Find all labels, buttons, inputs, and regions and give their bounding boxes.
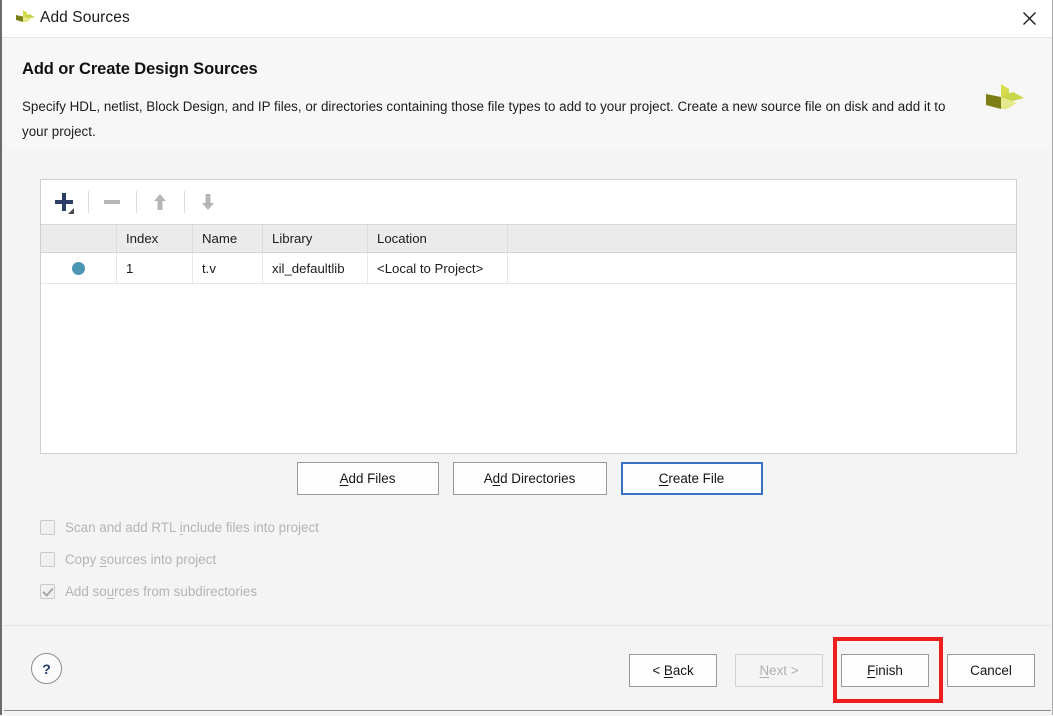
column-header-library[interactable]: Library	[263, 225, 368, 252]
dialog-body: Index Name Library Location 1 t.v xil_de…	[4, 150, 1051, 625]
option-scan-rtl-include[interactable]: Scan and add RTL include files into proj…	[40, 512, 319, 543]
option-label: Scan and add RTL include files into proj…	[65, 520, 319, 535]
checkbox-scan-rtl-include[interactable]	[40, 520, 55, 535]
arrow-down-icon	[202, 194, 214, 210]
option-label: Add sources from subdirectories	[65, 584, 258, 599]
table-row[interactable]: 1 t.v xil_defaultlib <Local to Project>	[41, 253, 1016, 284]
toolbar-separator	[88, 191, 89, 213]
arrow-up-icon	[154, 194, 166, 210]
row-library-cell[interactable]: xil_defaultlib	[263, 253, 368, 283]
minus-icon	[104, 200, 120, 204]
help-button[interactable]: ?	[31, 653, 62, 684]
dialog-header: Add or Create Design Sources Specify HDL…	[4, 38, 1051, 151]
column-header-filler	[508, 225, 1016, 252]
move-down-button[interactable]	[193, 187, 223, 217]
page-description: Specify HDL, netlist, Block Design, and …	[22, 99, 946, 139]
add-sources-dialog: Add Sources Add or Create Design Sources…	[0, 0, 1053, 716]
window-bottom-edge	[4, 710, 1051, 716]
back-button[interactable]: < Back	[629, 654, 717, 687]
add-files-button[interactable]: Add Files	[296, 462, 439, 495]
option-copy-sources[interactable]: Copy sources into project	[40, 544, 319, 575]
add-directories-button[interactable]: Add Directories	[452, 462, 607, 495]
column-header-status[interactable]	[41, 225, 117, 252]
column-header-location[interactable]: Location	[368, 225, 508, 252]
status-dot-icon	[72, 261, 85, 275]
table-header-row: Index Name Library Location	[41, 225, 1016, 253]
window-title: Add Sources	[40, 9, 130, 26]
checkbox-copy-sources[interactable]	[40, 552, 55, 567]
title-bar: Add Sources	[2, 0, 1052, 38]
sources-toolbar	[41, 180, 1016, 225]
finish-button[interactable]: Finish	[841, 654, 929, 687]
checkbox-add-subdirectories[interactable]	[40, 584, 55, 599]
column-header-name[interactable]: Name	[193, 225, 263, 252]
option-label: Copy sources into project	[65, 552, 217, 567]
row-name-cell[interactable]: t.v	[193, 253, 263, 283]
options-group: Scan and add RTL include files into proj…	[40, 512, 319, 608]
row-location-cell[interactable]: <Local to Project>	[368, 253, 508, 283]
wizard-buttons: < Back Next > Finish Cancel	[629, 654, 1035, 687]
toolbar-separator	[136, 191, 137, 213]
move-up-button[interactable]	[145, 187, 175, 217]
plus-icon	[53, 191, 75, 214]
next-button: Next >	[735, 654, 823, 687]
add-source-button[interactable]	[49, 187, 79, 217]
option-add-subdirectories[interactable]: Add sources from subdirectories	[40, 576, 319, 607]
create-file-button[interactable]: Create File	[620, 462, 763, 495]
row-status-cell	[41, 253, 117, 283]
remove-source-button[interactable]	[97, 187, 127, 217]
toolbar-separator	[184, 191, 185, 213]
row-index-cell: 1	[117, 253, 193, 283]
caret-down-icon	[68, 208, 74, 214]
row-filler-cell	[508, 253, 1016, 283]
close-icon[interactable]	[1006, 0, 1052, 37]
page-title: Add or Create Design Sources	[22, 60, 258, 78]
column-header-index[interactable]: Index	[117, 225, 193, 252]
vivado-logo-icon	[983, 82, 1025, 124]
sources-panel: Index Name Library Location 1 t.v xil_de…	[40, 179, 1017, 454]
cancel-button[interactable]: Cancel	[947, 654, 1035, 687]
source-action-buttons: Add Files Add Directories Create File	[4, 462, 1053, 495]
vivado-logo-icon	[14, 9, 36, 29]
dialog-footer: ? < Back Next > Finish Cancel	[4, 625, 1051, 711]
